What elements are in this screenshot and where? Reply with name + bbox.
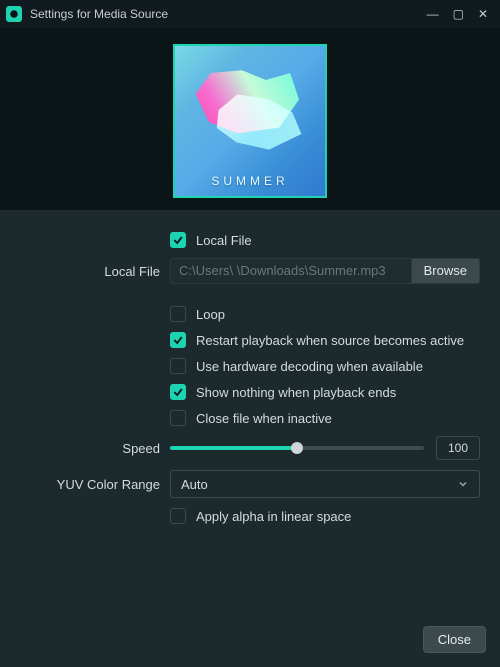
app-icon — [6, 6, 22, 22]
row-loop: Loop — [10, 306, 480, 322]
chevron-down-icon — [457, 478, 469, 490]
maximize-icon[interactable]: ▢ — [453, 7, 464, 21]
checkbox-local-file-label: Local File — [196, 233, 252, 248]
album-text: SUMMER — [175, 174, 325, 188]
row-show-nothing: Show nothing when playback ends — [10, 384, 480, 400]
checkbox-local-file[interactable] — [170, 232, 186, 248]
checkbox-restart[interactable] — [170, 332, 186, 348]
local-file-input[interactable]: C:\Users\ \Downloads\Summer.mp3 — [170, 258, 411, 284]
checkbox-loop-label: Loop — [196, 307, 225, 322]
speed-slider-thumb[interactable] — [291, 442, 303, 454]
row-local-file-enabled: Local File — [10, 232, 480, 248]
close-icon[interactable]: ✕ — [478, 7, 488, 21]
titlebar: Settings for Media Source — ▢ ✕ — [0, 0, 500, 28]
checkbox-show-nothing-label: Show nothing when playback ends — [196, 385, 396, 400]
row-hw-decode: Use hardware decoding when available — [10, 358, 480, 374]
checkbox-apply-alpha-label: Apply alpha in linear space — [196, 509, 351, 524]
yuv-range-select[interactable]: Auto — [170, 470, 480, 498]
row-local-file-path: Local File C:\Users\ \Downloads\Summer.m… — [10, 258, 480, 284]
window-title: Settings for Media Source — [30, 7, 427, 21]
yuv-range-value: Auto — [181, 477, 208, 492]
checkbox-hw-decode-label: Use hardware decoding when available — [196, 359, 423, 374]
footer: Close — [0, 616, 500, 667]
row-apply-alpha: Apply alpha in linear space — [10, 508, 480, 524]
speed-value-box[interactable]: 100 — [436, 436, 480, 460]
yuv-range-label: YUV Color Range — [10, 477, 170, 492]
preview-area: SUMMER — [0, 28, 500, 210]
speed-slider-fill — [170, 446, 297, 450]
checkbox-close-inactive-label: Close file when inactive — [196, 411, 332, 426]
checkbox-show-nothing[interactable] — [170, 384, 186, 400]
row-yuv: YUV Color Range Auto — [10, 470, 480, 498]
album-art: SUMMER — [173, 44, 327, 198]
form: Local File Local File C:\Users\ \Downloa… — [0, 210, 500, 544]
minimize-icon[interactable]: — — [427, 7, 439, 21]
checkbox-hw-decode[interactable] — [170, 358, 186, 374]
row-close-inactive: Close file when inactive — [10, 410, 480, 426]
row-restart: Restart playback when source becomes act… — [10, 332, 480, 348]
checkbox-restart-label: Restart playback when source becomes act… — [196, 333, 464, 348]
speed-slider[interactable] — [170, 446, 424, 450]
checkbox-loop[interactable] — [170, 306, 186, 322]
close-button[interactable]: Close — [423, 626, 486, 653]
speed-label: Speed — [10, 441, 170, 456]
browse-button[interactable]: Browse — [411, 258, 480, 284]
row-speed: Speed 100 — [10, 436, 480, 460]
checkbox-apply-alpha[interactable] — [170, 508, 186, 524]
checkbox-close-inactive[interactable] — [170, 410, 186, 426]
local-file-label: Local File — [10, 264, 170, 279]
